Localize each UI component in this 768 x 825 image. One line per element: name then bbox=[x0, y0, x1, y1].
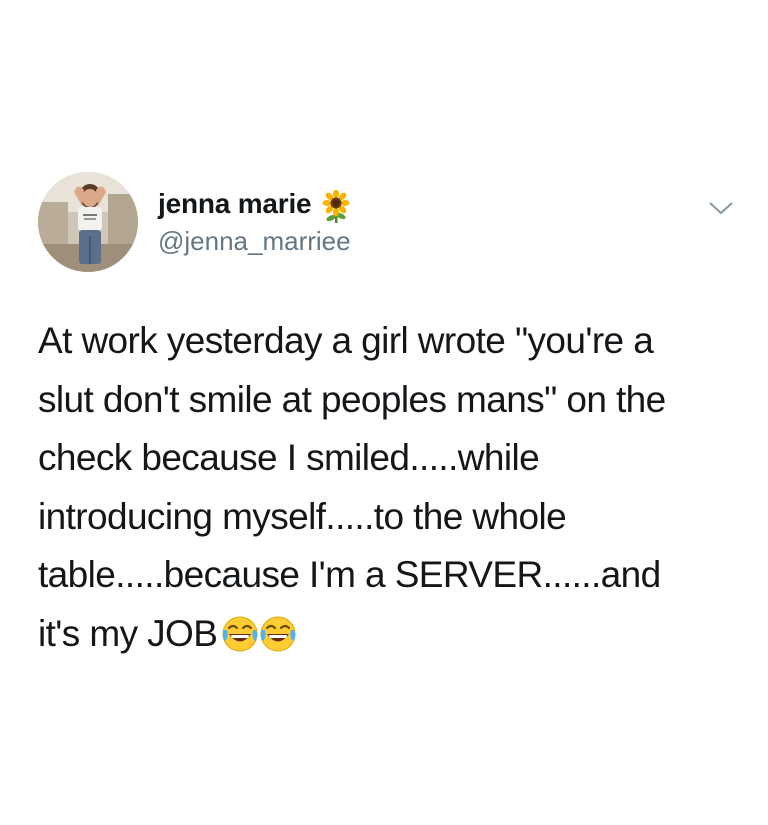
tweet-text-line: introducing myself.....to the whole bbox=[38, 495, 567, 537]
user-handle[interactable]: @jenna_marriee bbox=[158, 226, 351, 257]
tweet-text-line: At work yesterday a girl wrote "you're a bbox=[38, 320, 654, 361]
chevron-down-icon[interactable] bbox=[706, 196, 736, 218]
tweet-text-line: table.....because I'm a SERVER......and bbox=[38, 554, 661, 595]
display-name[interactable]: jenna marie bbox=[158, 188, 312, 220]
tweet-text-line: it's my JOB bbox=[38, 612, 218, 654]
tweet-text-line-last: it's my JOB bbox=[38, 605, 738, 664]
avatar[interactable] bbox=[38, 172, 138, 272]
sunflower-icon bbox=[320, 189, 352, 224]
face-with-tears-of-joy-icon bbox=[221, 612, 259, 651]
tweet-text-line: check because I smiled.....while bbox=[38, 437, 540, 478]
tweet-text-line: slut don't smile at peoples mans" on the bbox=[38, 378, 666, 420]
face-with-tears-of-joy-icon bbox=[259, 612, 297, 651]
tweet-text: At work yesterday a girl wrote "you're a… bbox=[38, 312, 738, 663]
tweet-card: jenna marie @jenna_marriee At work yeste… bbox=[0, 0, 768, 825]
